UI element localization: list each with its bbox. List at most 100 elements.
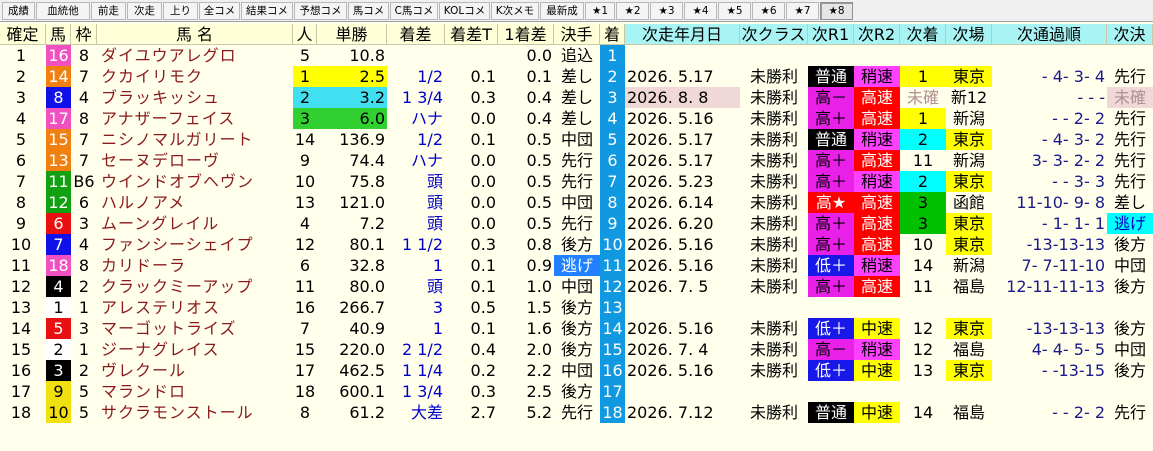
header-tansho[interactable]: 単勝 xyxy=(317,24,387,45)
result-row[interactable]: 9 6 3 ムーングレイル 4 7.2 頭 0.0 0.5 先行 9 2026. 6.20 未勝利 高＋高… xyxy=(0,213,1153,234)
next-date-cell: 2026. 7. 4 xyxy=(627,340,709,359)
toolbar-tab[interactable]: 前走 xyxy=(91,1,126,20)
result-row[interactable]: 14 5 3 マーゴットライズ 7 40.9 1 0.1 1.6 後方 14 2026. 5.16 未勝… xyxy=(0,318,1153,339)
result-row[interactable]: 13 1 1 アレステリオス 16 266.7 3 0.5 1.5 後方 13 xyxy=(0,297,1153,318)
toolbar-tab[interactable]: KOLコメ xyxy=(439,1,490,20)
result-row[interactable]: 5 15 7 ニシノマルガリート 14 136.9 1/2 0.1 0.5 中団 5 2026. 5.… xyxy=(0,129,1153,150)
header-next-class[interactable]: 次クラス xyxy=(740,24,808,45)
next-date-cell: 2026. 6.14 xyxy=(627,193,714,212)
toolbar-tab[interactable]: 結果コメ xyxy=(241,1,293,20)
header-chakusa[interactable]: 着差 xyxy=(387,24,445,45)
header-uma[interactable]: 馬 xyxy=(46,24,71,45)
header-chaku[interactable]: 着 xyxy=(600,24,625,45)
result-row[interactable]: 4 17 8 アナザーフェイス 3 6.0 ハナ 0.0 0.4 差し 4 2026. 5.16 未勝利… xyxy=(0,108,1153,129)
toolbar-tab[interactable]: ★5 xyxy=(718,1,751,20)
result-row[interactable]: 2 14 7 クカイリモク 1 2.5 1/2 0.1 0.1 差し 2 2026. 5.17 未勝利普… xyxy=(0,66,1153,87)
next-place-cell: 福島 xyxy=(952,277,985,296)
rank-cell: 6 xyxy=(15,151,27,170)
result-row[interactable]: 17 9 5 マランドロ 18 600.1 1 3/4 0.3 2.5 後方 17 xyxy=(0,381,1153,402)
running-style-cell: 中団 xyxy=(560,277,593,296)
toolbar-tab[interactable]: 最新成 xyxy=(540,1,584,20)
finish-order-cell: 8 xyxy=(600,192,625,213)
margin-time-cell: 0.0 xyxy=(470,214,496,233)
next-date-cell: 2026. 7. 5 xyxy=(627,277,709,296)
popularity-cell: 14 xyxy=(294,130,316,149)
margin-time-cell: 0.4 xyxy=(470,340,496,359)
header-next-r2[interactable]: 次R2 xyxy=(854,24,900,45)
toolbar-tab[interactable]: K次メモ xyxy=(491,1,539,20)
next-passing-cell: 7- 7-11-10 xyxy=(1021,256,1105,275)
header-first-chakusa[interactable]: 1着差 xyxy=(498,24,554,45)
result-row[interactable]: 10 7 4 ファンシーシェイプ 12 80.1 1 1/2 0.3 0.8 後方 10 2026. … xyxy=(0,234,1153,255)
header-chakusa-t[interactable]: 着差T xyxy=(445,24,498,45)
finish-order-cell: 2 xyxy=(600,66,625,87)
next-class-cell: 未勝利 xyxy=(749,319,798,338)
result-row[interactable]: 18 10 5 サクラモンストール 8 61.2 大差 2.7 5.2 先行 18 2026. 7.1… xyxy=(0,402,1153,423)
result-row[interactable]: 1 16 8 ダイユウアレグロ 5 10.8 0.0 追込 1 xyxy=(0,45,1153,66)
next-r2-cell: 中速 xyxy=(854,318,900,339)
frame-number-cell: 4 xyxy=(78,88,90,107)
toolbar-tab[interactable]: 上り xyxy=(163,1,198,20)
result-row[interactable]: 12 4 2 クラックミーアップ 11 80.0 頭 0.1 1.0 中団 12 2026. 7. 5… xyxy=(0,276,1153,297)
header-kakutei[interactable]: 確定 xyxy=(0,24,46,45)
header-next-r1[interactable]: 次R1 xyxy=(808,24,854,45)
toolbar-tab[interactable]: ★1 xyxy=(585,1,615,20)
next-running-style-cell: 先行 xyxy=(1113,151,1146,170)
toolbar-tab[interactable]: ★3 xyxy=(650,1,683,20)
next-finish-cell: 2 xyxy=(900,129,946,150)
first-margin-cell: 2.5 xyxy=(526,382,552,401)
header-next-pass[interactable]: 次通過順 xyxy=(992,24,1107,45)
next-class-cell xyxy=(740,381,808,402)
margin-time-cell: 0.1 xyxy=(470,277,496,296)
rank-cell: 18 xyxy=(10,403,32,422)
finish-order-cell: 4 xyxy=(600,108,625,129)
toolbar-tab[interactable]: C馬コメ xyxy=(390,1,438,20)
next-date-cell: 2026. 5.17 xyxy=(627,130,714,149)
horse-name-cell: サクラモンストール xyxy=(101,403,254,422)
result-row[interactable]: 3 8 4 ブラッキッシュ 2 3.2 1 3/4 0.3 0.4 差し 3 2026. 8. 8 未勝… xyxy=(0,87,1153,108)
result-row[interactable]: 8 12 6 ハルノアメ 13 121.0 頭 0.0 0.5 中団 8 2026. 6.14 未勝利高… xyxy=(0,192,1153,213)
toolbar-tab[interactable]: 馬コメ xyxy=(348,1,389,20)
running-style-cell: 中団 xyxy=(560,193,593,212)
result-row[interactable]: 6 13 7 セーヌデローヴ 9 74.4 ハナ 0.0 0.5 先行 6 2026. 5.17 未勝利… xyxy=(0,150,1153,171)
toolbar-tab[interactable]: 予想コメ xyxy=(294,1,347,20)
rank-cell: 1 xyxy=(15,46,27,65)
header-waku[interactable]: 枠 xyxy=(71,24,97,45)
next-r2-cell: 稍速 xyxy=(854,171,900,192)
header-ninki[interactable]: 人 xyxy=(293,24,317,45)
rank-cell: 8 xyxy=(15,193,27,212)
header-next-place[interactable]: 次場 xyxy=(946,24,992,45)
header-bamei[interactable]: 馬 名 xyxy=(97,24,293,45)
horse-number-cell: 1 xyxy=(46,297,71,318)
toolbar-tab[interactable]: 次走 xyxy=(127,1,162,20)
toolbar-tab[interactable]: 血統他 xyxy=(36,1,90,20)
result-row[interactable]: 16 3 2 ヴレクール 17 462.5 1 1/4 0.2 2.2 中団 16 2026. 5.1… xyxy=(0,360,1153,381)
finish-order-cell: 14 xyxy=(600,318,625,339)
next-passing-cell: - - 2- 2 xyxy=(1052,403,1105,422)
running-style-cell: 後方 xyxy=(560,298,593,317)
header-next-chaku[interactable]: 次着 xyxy=(900,24,946,45)
next-date-cell: 2026. 5.17 xyxy=(627,151,714,170)
toolbar-tab[interactable]: ★6 xyxy=(752,1,785,20)
horse-name-cell: アナザーフェイス xyxy=(101,109,236,128)
odds-cell: 40.9 xyxy=(349,319,385,338)
result-row[interactable]: 7 11 B6 ウインドオブヘヴン 10 75.8 頭 0.0 0.5 先行 7 2026. 5.23… xyxy=(0,171,1153,192)
toolbar-tab[interactable]: 全コメ xyxy=(199,1,240,20)
toolbar-tab[interactable]: ★7 xyxy=(786,1,819,20)
result-row[interactable]: 15 2 1 ジーナグレイス 15 220.0 2 1/2 0.4 2.0 後方 15 2026. 7… xyxy=(0,339,1153,360)
header-next-kimete[interactable]: 次決 xyxy=(1107,24,1153,45)
margin-time-cell: 0.3 xyxy=(470,235,496,254)
toolbar-tab[interactable]: ★2 xyxy=(616,1,649,20)
toolbar-tab[interactable]: ★4 xyxy=(684,1,717,20)
header-next-date[interactable]: 次走年月日 xyxy=(625,24,740,45)
horse-name-cell: マーゴットライズ xyxy=(101,319,237,338)
next-r1-cell: 普通 xyxy=(808,402,854,423)
next-running-style-cell: 未確 xyxy=(1107,87,1153,108)
toolbar-tab[interactable]: 成績 xyxy=(2,1,35,20)
rank-cell: 15 xyxy=(10,340,32,359)
result-row[interactable]: 11 18 8 カリドーラ 6 32.8 1 0.1 0.9 逃げ 11 2026. 5.16 未勝利低… xyxy=(0,255,1153,276)
margin-time-cell: 0.3 xyxy=(470,382,496,401)
header-kimete[interactable]: 決手 xyxy=(554,24,600,45)
first-margin-cell: 0.8 xyxy=(526,235,552,254)
toolbar-tab[interactable]: ★8 xyxy=(820,1,853,20)
